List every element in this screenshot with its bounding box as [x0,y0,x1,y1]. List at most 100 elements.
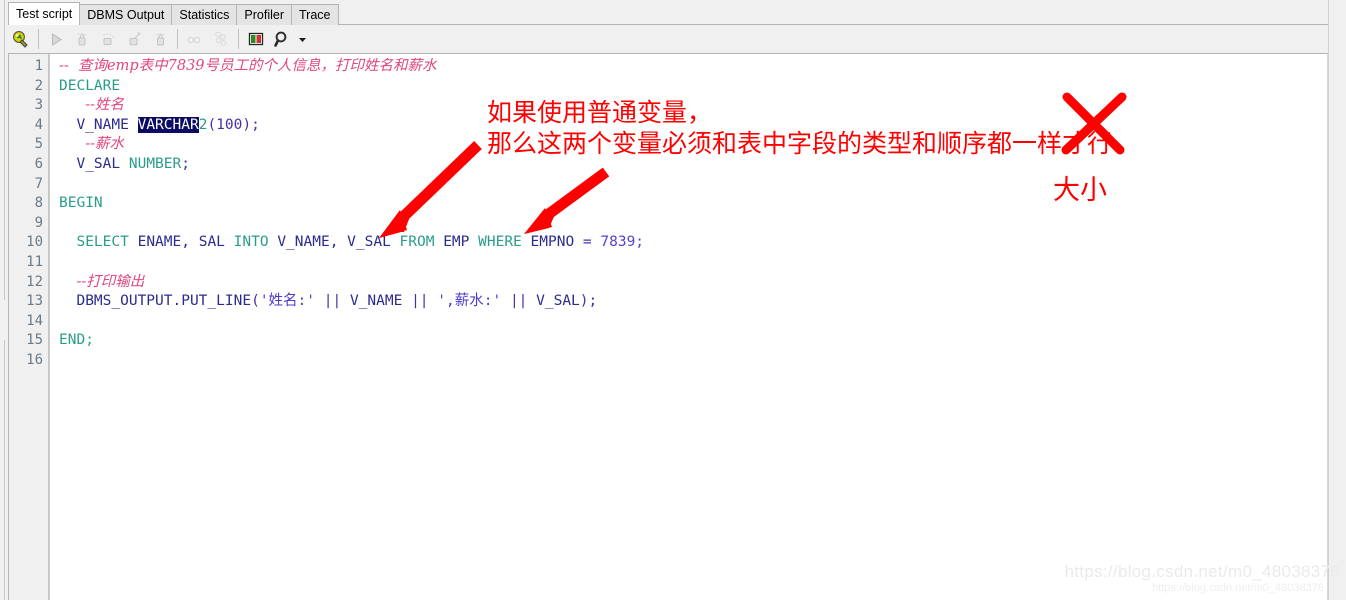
right-border [1328,0,1329,600]
type-size: (100); [207,116,260,133]
string-literal-name: '姓名:' [259,293,316,310]
sql-keyword-begin: BEGIN [59,195,103,212]
line-number: 8 [34,195,43,212]
operator-equals: = [582,234,592,251]
code-line-3[interactable]: --姓名 [59,96,1327,116]
tab-label: Statistics [179,8,230,22]
run-icon[interactable] [43,27,69,51]
variable-vname: V_NAME, [277,234,339,251]
line-number-gutter: 1 2 3 4 5 6 7 8 9 10 11 12 13 14 15 16 [9,54,49,600]
code-line-2[interactable]: DECLARE [59,77,1327,97]
line-number: 9 [34,214,43,231]
variable-vsal: V_SAL [76,155,121,172]
sql-comment: --打印输出 [76,273,145,290]
tab-profiler[interactable]: Profiler [237,4,292,25]
line-number: 5 [34,136,43,153]
sql-keyword-where: WHERE [478,234,522,251]
code-line-4[interactable]: V_NAME VARCHAR2(100); [59,116,1327,136]
tab-label: Trace [299,8,331,22]
line-number: 6 [34,155,43,172]
sql-keyword-from: FROM [399,234,435,251]
concat-operator: || [509,293,528,310]
code-line-16[interactable] [59,351,1327,371]
step-over-icon[interactable] [95,27,121,51]
splitter-grip[interactable] [3,300,6,340]
line-number: 12 [26,273,43,290]
tab-trace[interactable]: Trace [292,4,339,25]
line-number: 14 [26,312,43,329]
test-script-icon[interactable] [8,27,34,51]
code-text-area[interactable]: -- 查询emp表中7839号员工的个人信息，打印姓名和薪水 DECLARE -… [49,54,1327,600]
code-line-5[interactable]: --薪水 [59,135,1327,155]
sql-comment: -- 查询emp表中7839号员工的个人信息，打印姓名和薪水 [59,58,437,74]
code-line-1[interactable]: -- 查询emp表中7839号员工的个人信息，打印姓名和薪水 [59,57,1327,77]
sql-keyword-select: SELECT [76,234,129,251]
code-line-7[interactable] [59,175,1327,195]
line-number: 4 [34,116,43,133]
line-number: 16 [26,351,43,368]
code-line-14[interactable] [59,312,1327,332]
sql-comment: --薪水 [85,136,125,153]
column-ename: ENAME, [137,234,190,251]
left-splitter-strip [0,0,8,600]
line-number: 2 [34,77,43,94]
sql-keyword-end: END; [59,332,94,349]
chevron-down-icon[interactable] [295,27,309,51]
code-line-9[interactable] [59,214,1327,234]
step-out-icon[interactable] [121,27,147,51]
type-number: NUMBER [128,155,182,172]
semicolon: ; [181,155,190,172]
right-edge-strip [1328,0,1346,600]
sql-keyword-into: INTO [233,234,269,251]
toolbar-separator [177,29,178,49]
pl-sql-developer-window: Test script DBMS Output Statistics Profi… [0,0,1346,600]
code-line-15[interactable]: END; [59,331,1327,351]
column-sal: SAL [198,234,225,251]
tab-label: DBMS Output [87,8,165,22]
variable-vname: V_NAME [76,116,129,133]
breakpoints-icon[interactable] [182,27,208,51]
concat-operator: || [411,293,429,310]
code-line-6[interactable]: V_SAL NUMBER; [59,155,1327,175]
paren-close: ); [579,293,598,310]
tab-label: Test script [16,7,73,21]
variable-vname: V_NAME [349,293,403,310]
variable-vsal: V_SAL [347,234,391,251]
tab-bar: Test script DBMS Output Statistics Profi… [0,0,1346,25]
sql-editor[interactable]: 1 2 3 4 5 6 7 8 9 10 11 12 13 14 15 16 -… [8,54,1328,600]
line-number: 10 [26,234,43,251]
table-emp: EMP [443,234,470,251]
paren-open: ( [251,293,260,310]
code-line-12[interactable]: --打印输出 [59,273,1327,293]
procedure-call-put-line: DBMS_OUTPUT.PUT_LINE [76,293,252,310]
variable-vsal: V_SAL [536,293,580,310]
code-line-13[interactable]: DBMS_OUTPUT.PUT_LINE('姓名:' || V_NAME || … [59,292,1327,312]
variables-icon[interactable] [243,27,269,51]
sql-keyword-declare: DECLARE [59,77,121,94]
line-number: 1 [34,58,43,74]
line-number: 7 [34,175,43,192]
line-number: 13 [26,293,43,310]
step-into-icon[interactable] [69,27,95,51]
selected-text-varchar[interactable]: VARCHAR [137,116,199,133]
code-line-10[interactable]: SELECT ENAME, SAL INTO V_NAME, V_SAL FRO… [59,233,1327,253]
tab-statistics[interactable]: Statistics [172,4,238,25]
find-icon[interactable] [269,27,295,51]
line-number: 11 [26,253,43,270]
toolbar-separator [238,29,239,49]
column-empno: EMPNO [530,234,575,251]
concat-operator: || [323,293,342,310]
toolbar-separator [38,29,39,49]
tab-label: Profiler [244,8,284,22]
debug-toolbar [0,25,1346,54]
tab-test-script[interactable]: Test script [8,2,81,25]
run-to-exception-icon[interactable] [147,27,173,51]
tab-dbms-output[interactable]: DBMS Output [80,4,173,25]
line-number: 3 [34,97,43,114]
watches-icon[interactable] [208,27,234,51]
code-line-8[interactable]: BEGIN [59,194,1327,214]
literal-7839: 7839; [600,234,645,251]
sql-comment: --姓名 [85,97,125,114]
string-literal-salary: ',薪水:' [437,293,502,310]
code-line-11[interactable] [59,253,1327,273]
